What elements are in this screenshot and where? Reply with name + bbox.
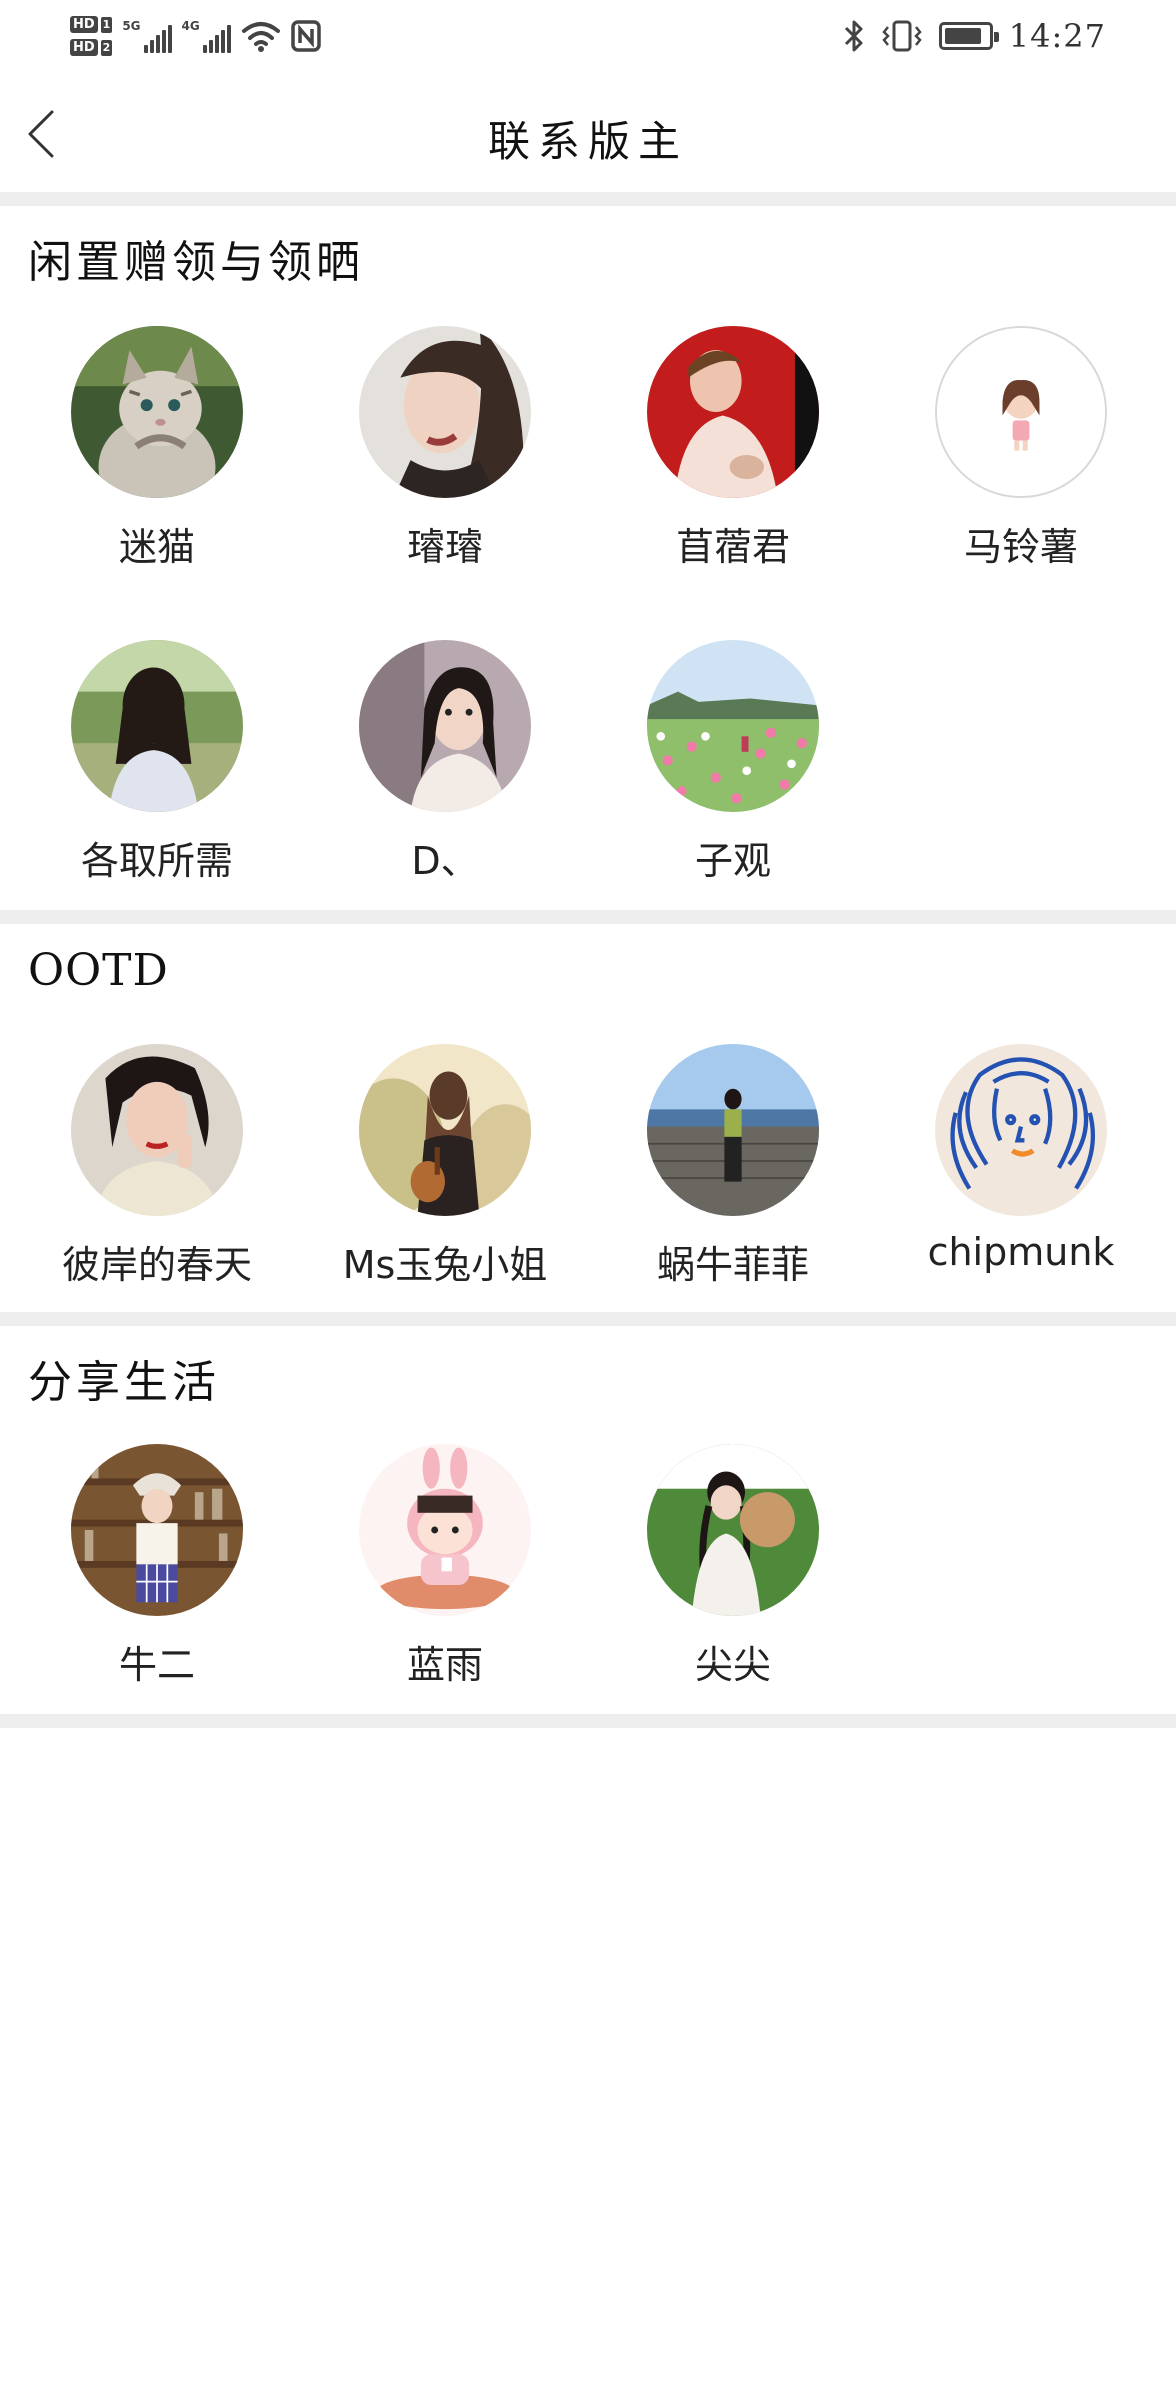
moderator-name: 蓝雨 bbox=[406, 1643, 483, 1687]
nav-bar: 联系版主 bbox=[0, 70, 1176, 192]
avatar bbox=[935, 1044, 1107, 1216]
moderator-name: 苜蓿君 bbox=[675, 525, 790, 569]
moderator-item[interactable]: 牛二 bbox=[13, 1444, 301, 1689]
moderator-name: 尖尖 bbox=[694, 1643, 771, 1687]
hd2-badge: HD bbox=[70, 39, 98, 56]
avatar bbox=[647, 1044, 819, 1216]
avatar bbox=[71, 1044, 243, 1216]
moderator-item[interactable]: D、 bbox=[301, 640, 589, 885]
avatar bbox=[647, 326, 819, 498]
status-bar: HD 1 HD 2 5G 4G 14:27 bbox=[0, 0, 1176, 70]
divider bbox=[0, 1714, 1176, 1728]
clock: 14:27 bbox=[1008, 17, 1106, 55]
moderator-item[interactable]: 蜗牛菲菲 bbox=[589, 1044, 877, 1289]
wifi-icon bbox=[241, 22, 280, 52]
moderator-name: 迷猫 bbox=[118, 525, 195, 569]
moderator-name: 各取所需 bbox=[80, 839, 233, 883]
moderator-name: 牛二 bbox=[118, 1643, 195, 1687]
avatar bbox=[359, 640, 531, 812]
moderator-name: 璿璿 bbox=[406, 525, 483, 569]
moderator-name: D、 bbox=[411, 839, 479, 883]
avatar bbox=[71, 640, 243, 812]
battery-icon bbox=[938, 22, 999, 50]
moderator-name: 彼岸的春天 bbox=[61, 1243, 252, 1287]
moderator-item[interactable]: 各取所需 bbox=[13, 640, 301, 885]
avatar bbox=[647, 1444, 819, 1616]
moderator-item[interactable]: 尖尖 bbox=[589, 1444, 877, 1689]
avatar bbox=[359, 326, 531, 498]
avatar bbox=[359, 1044, 531, 1216]
moderator-item[interactable]: Ms玉兔小姐 bbox=[301, 1044, 589, 1289]
moderator-item[interactable]: 苜蓿君 bbox=[589, 326, 877, 571]
moderator-name: 蜗牛菲菲 bbox=[656, 1243, 809, 1287]
moderator-item[interactable]: 子观 bbox=[589, 640, 877, 885]
moderator-item[interactable]: 马铃薯 bbox=[877, 326, 1165, 571]
section-title-life: 分享生活 bbox=[28, 1357, 220, 1408]
moderator-name: 子观 bbox=[694, 839, 771, 883]
avatar bbox=[647, 640, 819, 812]
avatar bbox=[71, 326, 243, 498]
avatar bbox=[935, 326, 1107, 498]
hd1-badge: HD bbox=[70, 16, 98, 33]
vibrate-icon bbox=[882, 20, 922, 52]
divider bbox=[0, 192, 1176, 206]
avatar bbox=[359, 1444, 531, 1616]
signal-sim1-icon: 5G bbox=[122, 19, 172, 53]
avatar bbox=[71, 1444, 243, 1616]
moderator-item[interactable]: chipmunk bbox=[877, 1044, 1165, 1274]
moderator-name: Ms玉兔小姐 bbox=[342, 1243, 548, 1287]
section-title-ootd: OOTD bbox=[28, 945, 169, 996]
nfc-icon bbox=[290, 20, 321, 52]
signal-sim2-icon: 4G bbox=[182, 19, 231, 53]
divider bbox=[0, 910, 1176, 924]
moderator-name: 马铃薯 bbox=[963, 525, 1078, 569]
moderator-item[interactable]: 迷猫 bbox=[13, 326, 301, 571]
moderator-item[interactable]: 蓝雨 bbox=[301, 1444, 589, 1689]
bluetooth-icon bbox=[844, 20, 863, 52]
section-title-idle: 闲置赠领与领晒 bbox=[28, 237, 364, 288]
page-title: 联系版主 bbox=[487, 117, 688, 166]
divider bbox=[0, 1312, 1176, 1326]
moderator-item[interactable]: 彼岸的春天 bbox=[13, 1044, 301, 1289]
moderator-item[interactable]: 璿璿 bbox=[301, 326, 589, 571]
moderator-name: chipmunk bbox=[927, 1230, 1115, 1274]
